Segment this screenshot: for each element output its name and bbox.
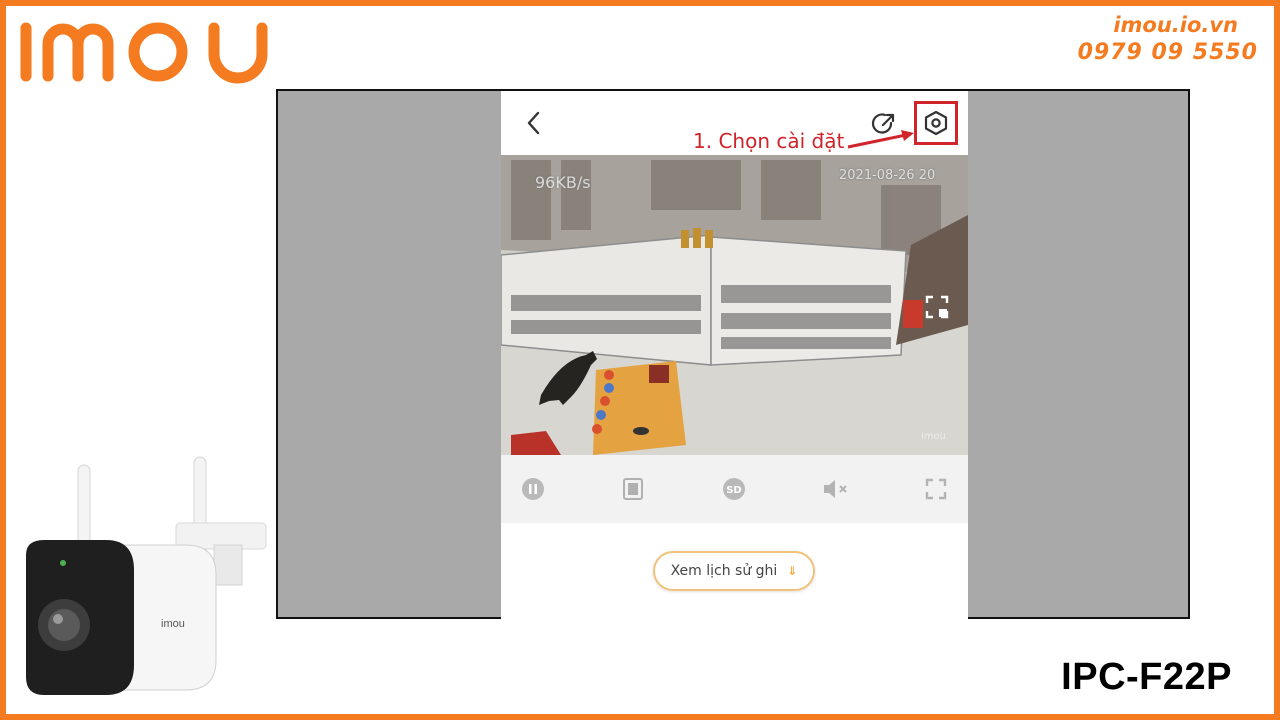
mute-button[interactable] bbox=[821, 475, 849, 503]
live-video-feed[interactable]: 96KB/s 2021-08-26 20 imou bbox=[501, 155, 968, 455]
app-topbar: 1. Chọn cài đặt bbox=[501, 91, 968, 155]
pause-button[interactable] bbox=[519, 475, 547, 503]
bitrate-overlay: 96KB/s bbox=[535, 173, 591, 192]
annotation-arrow-icon bbox=[847, 130, 914, 149]
view-history-label: Xem lịch sử ghi bbox=[670, 563, 778, 579]
instruction-annotation: 1. Chọn cài đặt bbox=[693, 129, 845, 153]
quality-button[interactable]: SD bbox=[720, 475, 748, 503]
back-button[interactable] bbox=[521, 109, 545, 137]
imou-logo bbox=[20, 22, 268, 84]
contact-info: imou.io.vn 0979 09 5550 bbox=[1078, 12, 1258, 68]
screenshot-stage: 1. Chọn cài đặt 96KB/s 2021-08-26 20 imo… bbox=[276, 89, 1190, 619]
expand-icon[interactable] bbox=[925, 295, 949, 319]
chevron-down-icon: ⇓ bbox=[787, 564, 798, 578]
snapshot-button[interactable] bbox=[619, 475, 647, 503]
app-screen: 1. Chọn cài đặt 96KB/s 2021-08-26 20 imo… bbox=[501, 91, 968, 619]
store-camera-scene bbox=[501, 155, 968, 455]
model-name: IPC-F22P bbox=[1061, 656, 1232, 698]
fullscreen-icon bbox=[925, 478, 947, 500]
sd-icon: SD bbox=[723, 478, 745, 500]
sd-label: SD bbox=[726, 485, 742, 496]
camera-product-image: imou bbox=[26, 456, 267, 695]
website-text[interactable]: imou.io.vn bbox=[1078, 12, 1258, 38]
timestamp-overlay: 2021-08-26 20 bbox=[839, 168, 936, 183]
playback-controls: SD bbox=[501, 455, 968, 523]
phone-number[interactable]: 0979 09 5550 bbox=[1078, 38, 1258, 68]
fullscreen-button[interactable] bbox=[922, 475, 950, 503]
snapshot-icon bbox=[623, 478, 643, 500]
chevron-left-icon bbox=[527, 111, 540, 135]
speaker-muted-icon bbox=[824, 480, 847, 498]
view-history-button[interactable]: Xem lịch sử ghi ⇓ bbox=[653, 551, 815, 591]
video-watermark: imou bbox=[921, 431, 946, 442]
history-section: Xem lịch sử ghi ⇓ bbox=[501, 523, 968, 619]
camera-brand-label: imou bbox=[161, 618, 185, 630]
pause-icon bbox=[522, 478, 544, 500]
settings-hexagon-icon bbox=[924, 110, 948, 136]
settings-button[interactable] bbox=[914, 101, 958, 145]
